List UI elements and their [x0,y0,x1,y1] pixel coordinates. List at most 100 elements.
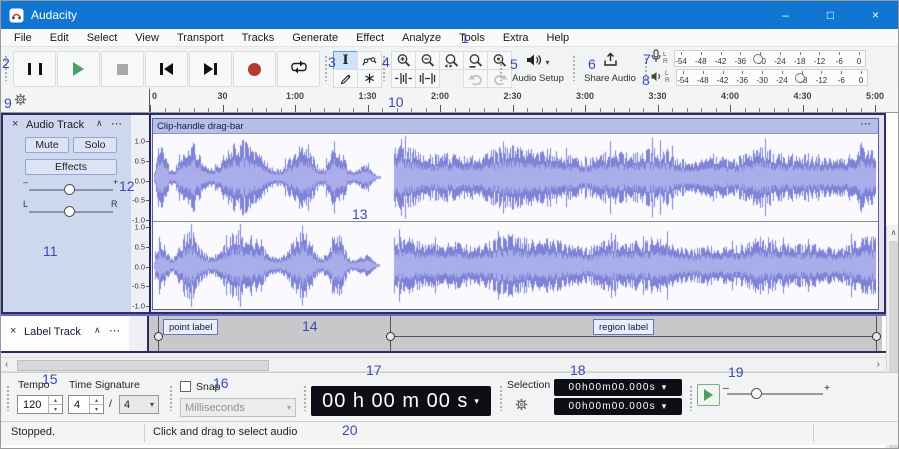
region-label[interactable]: region label [593,319,654,335]
time-toolbar-grip[interactable] [303,385,308,411]
time-signature-toolbar-grip[interactable] [6,385,11,411]
scroll-left-icon[interactable]: ‹ [5,359,8,370]
solo-button[interactable]: Solo [73,137,117,153]
menu-extra[interactable]: Extra [494,32,538,44]
snap-toolbar-grip[interactable] [169,385,174,411]
tempo-value[interactable]: 120 [18,396,48,413]
skip-to-end-button[interactable] [189,51,232,87]
close-track-icon[interactable]: × [12,118,18,130]
meter-scale[interactable]: -54-48-42-36-30-24-18-12-60 [676,69,868,86]
multi-tool-button[interactable]: ∗ [357,69,382,88]
track-menu-icon[interactable]: ⋯ [109,324,121,337]
timeline-options-gear-icon[interactable] [14,93,27,111]
fit-project-button[interactable] [463,51,488,70]
time-signature-lower-dropdown[interactable]: 4 ▾ [119,395,159,414]
label-track-content[interactable]: point label region label [149,316,882,351]
time-display[interactable]: 00 h 00 m 00 s ▾ [311,386,491,416]
skip-to-start-button[interactable] [145,51,188,87]
fit-selection-button[interactable] [439,51,464,70]
loop-button[interactable] [277,51,320,87]
selection-toolbar-grip[interactable] [499,385,504,411]
spin-up-icon[interactable]: ▴ [90,396,103,404]
spin-up-icon[interactable]: ▴ [49,396,62,404]
play-button[interactable] [57,51,100,87]
play-at-speed-grip[interactable] [689,385,694,411]
region-label-handle[interactable] [386,332,395,341]
record-button[interactable] [233,51,276,87]
timeline-scale[interactable]: 0301:001:302:002:303:003:304:004:305:00 [149,89,887,112]
trim-outside-button[interactable] [391,69,416,88]
clip-menu-icon[interactable]: ⋯ [860,117,872,130]
menu-effect[interactable]: Effect [347,32,393,44]
mute-button[interactable]: Mute [25,137,69,153]
effects-button[interactable]: Effects [25,159,117,175]
undo-button[interactable] [463,69,488,88]
audio-track-name[interactable]: Audio Track [26,119,84,131]
menu-tracks[interactable]: Tracks [233,32,284,44]
pause-button[interactable] [13,51,56,87]
horizontal-scrollbar[interactable]: ‹ › [1,357,886,372]
vertical-scale-ruler[interactable]: 1.00.50.0-0.5-1.01.00.50.0-0.5-1.0 [131,115,151,312]
time-signature-upper-spinner[interactable]: 4 ▴▾ [68,395,104,414]
zoom-out-button[interactable] [415,51,440,70]
selection-start-display[interactable]: 00h00m00.000s ▾ [554,379,682,396]
region-label-line[interactable] [394,336,876,337]
play-speed-slider[interactable] [727,393,823,395]
menu-edit[interactable]: Edit [41,32,78,44]
audio-setup-grip[interactable] [499,55,504,81]
spin-down-icon[interactable]: ▾ [90,404,103,413]
draw-tool-button[interactable] [333,69,358,88]
label-track-name[interactable]: Label Track [24,326,81,338]
snap-checkbox[interactable] [180,381,191,392]
share-audio-grip[interactable] [572,55,577,81]
selection-tool-button[interactable]: I [333,51,358,70]
collapse-track-icon[interactable]: ∧ [96,118,103,129]
meter-volume-slider-thumb[interactable] [753,54,763,64]
envelope-tool-button[interactable] [357,51,382,70]
menu-analyze[interactable]: Analyze [393,32,450,44]
menu-view[interactable]: View [126,32,168,44]
playback-meter[interactable]: LR-54-48-42-36-30-24-18-12-60 [651,69,868,86]
zoom-in-button[interactable] [391,51,416,70]
close-button[interactable]: × [853,1,898,29]
selection-end-display[interactable]: 00h00m00.000s ▾ [554,398,682,415]
snap-unit-dropdown[interactable]: Milliseconds ▾ [180,398,296,417]
stop-button[interactable] [101,51,144,87]
region-label-handle[interactable] [872,332,881,341]
title-bar: Audacity – □ × [1,1,898,29]
clip-handle-drag-bar[interactable]: Clip-handle drag-bar ⋯ [153,119,878,134]
track-menu-icon[interactable]: ⋯ [111,117,123,130]
meter-scale[interactable]: -54-48-42-36-30-24-18-12-60 [674,50,866,67]
recording-meter[interactable]: LR-54-48-42-36-30-24-18-12-60 [651,50,866,67]
gain-slider-thumb[interactable] [64,184,75,195]
maximize-button[interactable]: □ [808,1,853,29]
silence-button[interactable] [415,69,440,88]
menu-tools[interactable]: Tools [450,32,494,44]
menu-help[interactable]: Help [538,32,579,44]
close-track-icon[interactable]: × [10,325,16,337]
collapse-track-icon[interactable]: ∧ [94,325,101,336]
waveform-left-channel[interactable] [153,134,876,221]
meter-volume-slider-thumb[interactable] [795,73,805,83]
menu-select[interactable]: Select [78,32,127,44]
spin-down-icon[interactable]: ▾ [49,404,62,413]
selection-options-gear-icon[interactable] [515,398,528,416]
ts-upper-value[interactable]: 4 [69,396,89,413]
point-label-handle[interactable] [154,332,163,341]
waveform-right-channel[interactable] [153,222,876,309]
tempo-spinner[interactable]: 120 ▴▾ [17,395,63,414]
minimize-button[interactable]: – [763,1,808,29]
menu-generate[interactable]: Generate [283,32,347,44]
horizontal-scrollbar-thumb[interactable] [17,360,269,371]
menu-file[interactable]: File [5,32,41,44]
play-at-speed-button[interactable] [697,384,720,406]
clip-area[interactable]: Clip-handle drag-bar ⋯ [151,115,884,312]
audio-clip[interactable]: Clip-handle drag-bar ⋯ [152,118,879,310]
play-speed-slider-thumb[interactable] [751,388,762,399]
scroll-right-icon[interactable]: › [877,359,880,370]
menu-transport[interactable]: Transport [168,32,233,44]
point-label[interactable]: point label [163,319,218,335]
timeline-ruler[interactable]: 0301:001:302:002:303:003:304:004:305:00 [1,89,898,113]
pan-slider-thumb[interactable] [64,206,75,217]
scroll-up-icon[interactable]: ∧ [887,228,899,237]
